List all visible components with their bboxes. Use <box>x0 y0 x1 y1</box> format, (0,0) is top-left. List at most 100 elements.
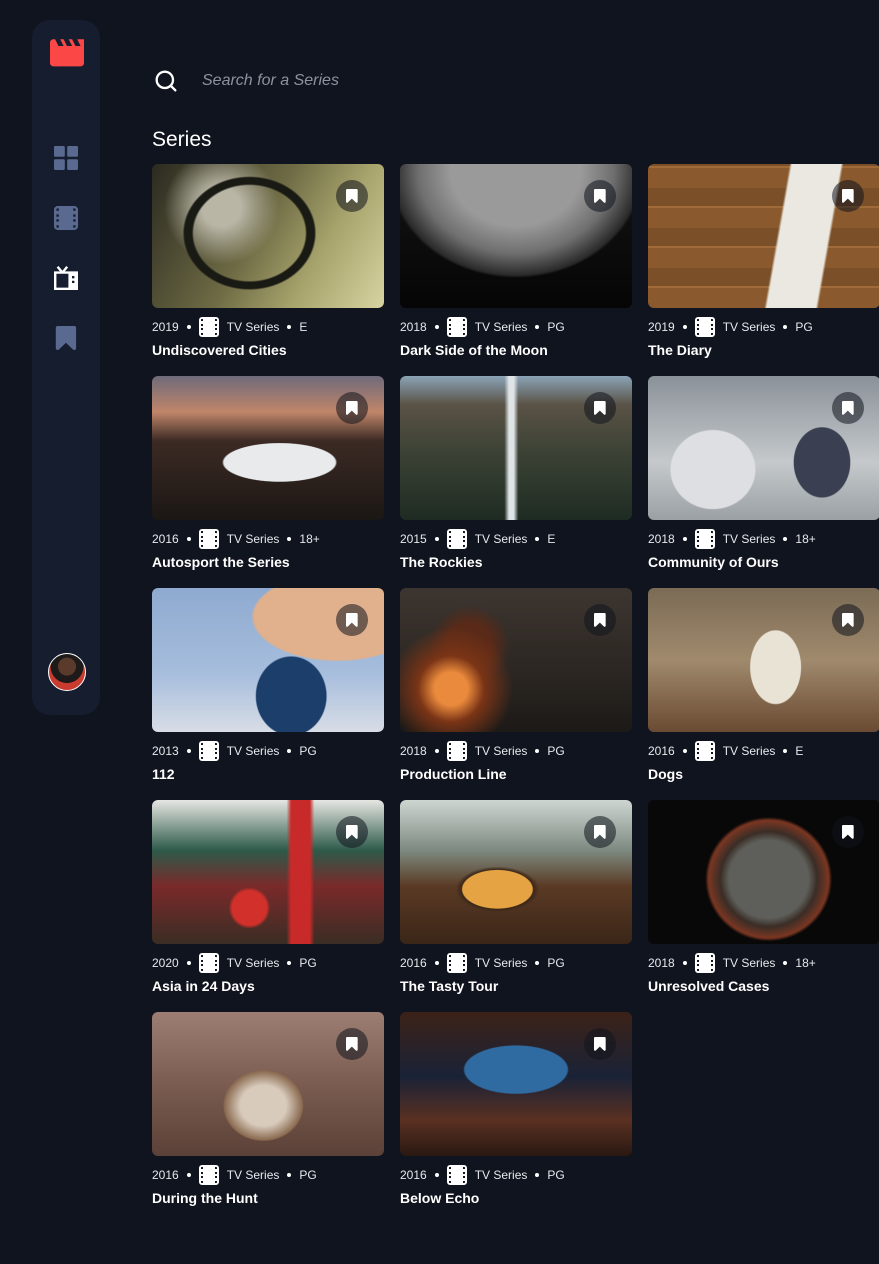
bookmark-button[interactable] <box>336 180 368 212</box>
series-card[interactable]: 2016 TV Series PG The Tasty Tour <box>400 800 632 994</box>
separator-dot <box>186 325 191 329</box>
series-thumbnail[interactable] <box>400 376 632 520</box>
series-title[interactable]: During the Hunt <box>152 1190 384 1206</box>
bookmark-button[interactable] <box>584 180 616 212</box>
series-thumbnail[interactable] <box>400 588 632 732</box>
series-card[interactable]: 2018 TV Series 18+ Unresolved Cases <box>648 800 879 994</box>
series-card[interactable]: 2018 TV Series PG Production Line <box>400 588 632 782</box>
series-card[interactable]: 2013 TV Series PG 112 <box>152 588 384 782</box>
separator-dot <box>434 961 439 965</box>
series-card[interactable]: 2019 TV Series E Undiscovered Cities <box>152 164 384 358</box>
series-category: TV Series <box>226 1168 280 1182</box>
series-title[interactable]: Undiscovered Cities <box>152 342 384 358</box>
separator-dot <box>783 961 788 965</box>
bookmark-button[interactable] <box>584 816 616 848</box>
bookmark-icon <box>346 825 358 839</box>
bookmark-icon[interactable] <box>54 326 78 350</box>
series-title[interactable]: The Diary <box>648 342 879 358</box>
series-category: TV Series <box>226 532 280 546</box>
search-input[interactable] <box>200 71 704 91</box>
series-thumbnail[interactable] <box>648 164 879 308</box>
series-title[interactable]: Production Line <box>400 766 632 782</box>
series-year: 2020 <box>152 956 179 970</box>
bookmark-button[interactable] <box>336 1028 368 1060</box>
separator-dot <box>287 325 292 329</box>
separator-dot <box>682 749 687 753</box>
series-meta: 2020 TV Series PG <box>152 953 384 973</box>
series-title[interactable]: Unresolved Cases <box>648 978 879 994</box>
series-category: TV Series <box>722 532 776 546</box>
series-title[interactable]: 112 <box>152 766 384 782</box>
series-rating: PG <box>299 744 317 758</box>
series-title[interactable]: Community of Ours <box>648 554 879 570</box>
series-card[interactable]: 2016 TV Series 18+ Autosport the Series <box>152 376 384 570</box>
series-thumbnail[interactable] <box>648 588 879 732</box>
home-grid-icon[interactable] <box>54 146 78 170</box>
series-card[interactable]: 2016 TV Series PG Below Echo <box>400 1012 632 1206</box>
bookmark-icon <box>842 189 854 203</box>
bookmark-button[interactable] <box>584 1028 616 1060</box>
separator-dot <box>535 537 540 541</box>
bookmark-button[interactable] <box>832 392 864 424</box>
series-category: TV Series <box>722 956 776 970</box>
series-thumbnail[interactable] <box>152 376 384 520</box>
movies-film-icon[interactable] <box>54 206 78 230</box>
section-title: Series <box>152 128 212 152</box>
tv-series-icon[interactable] <box>54 266 78 290</box>
tv-category-icon <box>694 317 715 337</box>
series-thumbnail[interactable] <box>400 1012 632 1156</box>
series-rating: E <box>547 532 556 546</box>
series-rating: 18+ <box>795 532 816 546</box>
series-card[interactable]: 2015 TV Series E The Rockies <box>400 376 632 570</box>
series-card[interactable]: 2019 TV Series PG The Diary <box>648 164 879 358</box>
series-thumbnail[interactable] <box>400 164 632 308</box>
series-title[interactable]: Below Echo <box>400 1190 632 1206</box>
series-title[interactable]: The Rockies <box>400 554 632 570</box>
bookmark-button[interactable] <box>832 180 864 212</box>
bookmark-button[interactable] <box>832 604 864 636</box>
tv-category-icon <box>198 1165 219 1185</box>
series-rating: PG <box>547 744 565 758</box>
bookmark-icon <box>346 1037 358 1051</box>
bookmark-button[interactable] <box>584 392 616 424</box>
series-title[interactable]: Dark Side of the Moon <box>400 342 632 358</box>
series-thumbnail[interactable] <box>152 800 384 944</box>
series-card[interactable]: 2020 TV Series PG Asia in 24 Days <box>152 800 384 994</box>
separator-dot <box>287 537 292 541</box>
bookmark-button[interactable] <box>336 816 368 848</box>
bookmark-button[interactable] <box>584 604 616 636</box>
series-title[interactable]: Asia in 24 Days <box>152 978 384 994</box>
series-thumbnail[interactable] <box>648 376 879 520</box>
series-thumbnail[interactable] <box>648 800 879 944</box>
series-card[interactable]: 2016 TV Series E Dogs <box>648 588 879 782</box>
series-rating: PG <box>547 1168 565 1182</box>
series-meta: 2015 TV Series E <box>400 529 632 549</box>
user-avatar[interactable] <box>48 653 86 691</box>
series-year: 2018 <box>648 532 675 546</box>
separator-dot <box>682 325 687 329</box>
series-title[interactable]: The Tasty Tour <box>400 978 632 994</box>
series-title[interactable]: Autosport the Series <box>152 554 384 570</box>
series-thumbnail[interactable] <box>152 588 384 732</box>
bookmark-button[interactable] <box>336 392 368 424</box>
tv-category-icon <box>446 741 467 761</box>
series-card[interactable]: 2016 TV Series PG During the Hunt <box>152 1012 384 1206</box>
clapperboard-icon[interactable] <box>50 38 84 68</box>
series-category: TV Series <box>474 532 528 546</box>
series-card[interactable]: 2018 TV Series PG Dark Side of the Moon <box>400 164 632 358</box>
separator-dot <box>287 749 292 753</box>
series-thumbnail[interactable] <box>152 1012 384 1156</box>
tv-category-icon <box>198 317 219 337</box>
series-category: TV Series <box>474 1168 528 1182</box>
series-thumbnail[interactable] <box>400 800 632 944</box>
separator-dot <box>287 961 292 965</box>
tv-category-icon <box>694 529 715 549</box>
series-year: 2015 <box>400 532 427 546</box>
series-year: 2019 <box>648 320 675 334</box>
bookmark-icon <box>346 613 358 627</box>
bookmark-button[interactable] <box>832 816 864 848</box>
series-card[interactable]: 2018 TV Series 18+ Community of Ours <box>648 376 879 570</box>
series-title[interactable]: Dogs <box>648 766 879 782</box>
bookmark-button[interactable] <box>336 604 368 636</box>
series-thumbnail[interactable] <box>152 164 384 308</box>
